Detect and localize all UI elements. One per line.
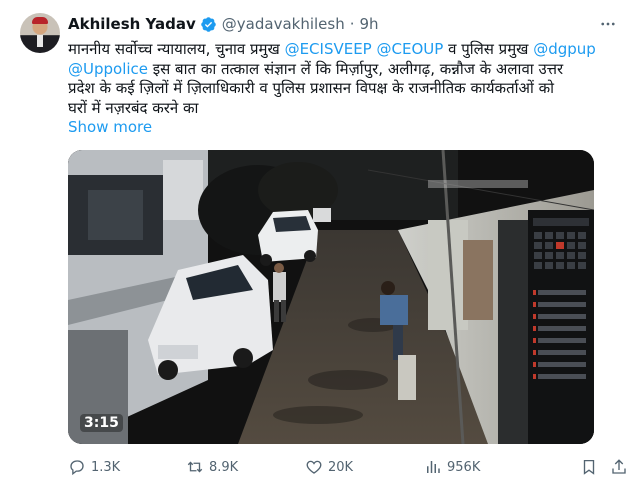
author-handle[interactable]: @yadavakhilesh	[222, 15, 345, 33]
views-chart-icon	[427, 461, 440, 473]
like-button[interactable]: 20K	[305, 456, 353, 478]
share-button[interactable]	[610, 456, 630, 478]
mention-ecisveep-link[interactable]: @ECISVEEP	[285, 40, 372, 58]
repost-button[interactable]: 8.9K	[186, 456, 238, 478]
video-duration: 3:15	[80, 414, 123, 432]
like-count: 20K	[328, 459, 354, 475]
video-player[interactable]: 3:15	[68, 150, 594, 444]
bookmark-button[interactable]	[580, 456, 600, 478]
tweet-text-segment: इस बात का तत्काल संज्ञान लें कि मिर्ज़ाप…	[148, 59, 564, 78]
mention-ceoup-link[interactable]: @CEOUP	[377, 40, 444, 58]
tweet-header: Akhilesh Yadav @yadavakhilesh · 9h	[68, 14, 379, 34]
author-name[interactable]: Akhilesh Yadav	[68, 15, 196, 33]
repost-count: 8.9K	[209, 459, 239, 475]
video-thumbnail	[68, 150, 594, 444]
tweet-line-1: माननीय सर्वोच्च न्यायालय, चुनाव प्रमुख @…	[68, 40, 598, 60]
share-icon	[612, 459, 626, 474]
more-options-icon[interactable]	[596, 12, 620, 36]
reply-icon	[70, 460, 84, 476]
verified-badge-icon	[201, 16, 216, 32]
heart-icon	[306, 460, 322, 474]
reply-count: 1.3K	[91, 459, 121, 475]
repost-icon	[187, 461, 203, 473]
show-more-link[interactable]: Show more	[68, 118, 152, 136]
tweet-line-4: घरों में नज़रबंद करने का	[68, 98, 199, 117]
tweet-text-segment: माननीय सर्वोच्च न्यायालय, चुनाव प्रमुख	[68, 40, 285, 58]
mention-dgpup-link[interactable]: @dgpup	[533, 40, 596, 58]
tweet-text-segment: व पुलिस प्रमुख	[443, 40, 534, 58]
avatar-cap-shape	[32, 17, 48, 24]
view-count: 956K	[447, 459, 481, 475]
avatar-collar-shape	[37, 35, 43, 47]
post-time[interactable]: 9h	[360, 15, 379, 33]
separator-dot: ·	[349, 15, 355, 33]
reply-button[interactable]: 1.3K	[68, 456, 120, 478]
tweet-line-3: प्रदेश के कई ज़िलों में ज़िलाधिकारी व पु…	[68, 79, 555, 97]
tweet-text: माननीय सर्वोच्च न्यायालय, चुनाव प्रमुख @…	[68, 40, 598, 118]
action-bar: 1.3K 8.9K 20K 956K	[68, 456, 598, 478]
mention-uppolice-link[interactable]: @Uppolice	[68, 60, 148, 78]
views-button[interactable]: 956K	[424, 456, 480, 478]
author-avatar[interactable]	[20, 13, 60, 53]
bookmark-icon	[583, 459, 595, 475]
tweet-line-2: @Uppolice इस बात का तत्काल संज्ञान लें क…	[68, 60, 598, 80]
